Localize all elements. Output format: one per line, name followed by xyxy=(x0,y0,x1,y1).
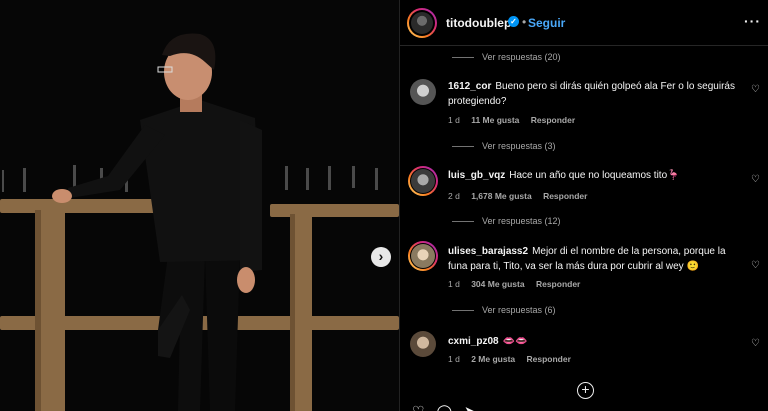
comment-likes[interactable]: 11 Me gusta xyxy=(471,115,519,125)
comment-meta: 1 d 2 Me gusta Responder xyxy=(448,354,580,364)
load-more-comments-icon[interactable]: + xyxy=(577,382,594,399)
view-replies-button[interactable]: Ver respuestas (3) xyxy=(452,141,556,151)
comment-time: 1 d xyxy=(448,115,460,125)
like-comment-icon[interactable]: ♡ xyxy=(751,174,760,185)
view-replies-label: Ver respuestas (12) xyxy=(482,216,561,226)
comment-body: Bueno pero si dirás quién golpeó ala Fer… xyxy=(448,81,735,107)
view-replies-button[interactable]: Ver respuestas (12) xyxy=(452,216,561,226)
comment-time: 1 d xyxy=(448,279,460,289)
reply-button[interactable]: Responder xyxy=(527,354,571,364)
comment-likes[interactable]: 304 Me gusta xyxy=(471,279,524,289)
comment-avatar[interactable] xyxy=(410,331,436,357)
comment-likes[interactable]: 1,678 Me gusta xyxy=(471,191,531,201)
reply-button[interactable]: Responder xyxy=(531,115,575,125)
author-username[interactable]: titodoublep xyxy=(446,16,511,30)
comment-username[interactable]: ulises_barajass2 xyxy=(448,246,528,257)
comment-avatar[interactable] xyxy=(410,79,436,105)
comment-text: 1612_cor Bueno pero si dirás quién golpeó… xyxy=(448,79,738,109)
comment-avatar[interactable] xyxy=(408,166,438,196)
next-image-button[interactable]: › xyxy=(371,247,391,267)
post-photo: › xyxy=(0,0,399,411)
like-comment-icon[interactable]: ♡ xyxy=(751,338,760,349)
reply-button[interactable]: Responder xyxy=(536,279,580,289)
comments-panel: titodoublep ✓ • Seguir ··· Ver respuesta… xyxy=(400,0,768,411)
comment-meta: 1 d 11 Me gusta Responder xyxy=(448,115,584,125)
reply-button[interactable]: Responder xyxy=(543,191,587,201)
post-actions-bar: ♡ ◯ ➤ xyxy=(412,403,484,411)
like-comment-icon[interactable]: ♡ xyxy=(751,84,760,95)
comment-meta: 1 d 304 Me gusta Responder xyxy=(448,279,589,289)
comment-text: luis_gb_vqz Hace un año que no loqueamos … xyxy=(448,168,738,183)
comment-body: 👄👄 xyxy=(502,336,528,347)
view-replies-button[interactable]: Ver respuestas (20) xyxy=(452,52,561,62)
comment-time: 1 d xyxy=(448,354,460,364)
post-header: titodoublep ✓ • Seguir ··· xyxy=(400,0,768,46)
comment-username[interactable]: 1612_cor xyxy=(448,81,491,92)
post-image xyxy=(0,0,399,411)
like-icon[interactable]: ♡ xyxy=(412,403,425,411)
more-options-icon[interactable]: ··· xyxy=(744,13,761,29)
comment-time: 2 d xyxy=(448,191,460,201)
follow-button[interactable]: Seguir xyxy=(528,16,565,30)
comment-likes[interactable]: 2 Me gusta xyxy=(471,354,515,364)
chevron-right-icon: › xyxy=(378,248,384,264)
header-separator: • xyxy=(522,15,527,29)
comment-username[interactable]: cxmi_pz08 xyxy=(448,336,499,347)
view-replies-label: Ver respuestas (20) xyxy=(482,52,561,62)
share-icon[interactable]: ➤ xyxy=(464,403,476,411)
view-replies-label: Ver respuestas (6) xyxy=(482,305,556,315)
verified-badge-icon: ✓ xyxy=(508,16,519,27)
comment-avatar[interactable] xyxy=(408,241,438,271)
comment-text: cxmi_pz08 👄👄 xyxy=(448,334,738,349)
view-replies-label: Ver respuestas (3) xyxy=(482,141,556,151)
comment-meta: 2 d 1,678 Me gusta Responder xyxy=(448,191,596,201)
comment-text: ulises_barajass2 Mejor di el nombre de la… xyxy=(448,244,738,274)
view-replies-button[interactable]: Ver respuestas (6) xyxy=(452,305,556,315)
like-comment-icon[interactable]: ♡ xyxy=(751,260,760,271)
comment-username[interactable]: luis_gb_vqz xyxy=(448,170,505,181)
comment-icon[interactable]: ◯ xyxy=(436,403,452,411)
author-avatar[interactable] xyxy=(407,8,437,38)
comment-body: Hace un año que no loqueamos tito🦩 xyxy=(509,170,680,181)
